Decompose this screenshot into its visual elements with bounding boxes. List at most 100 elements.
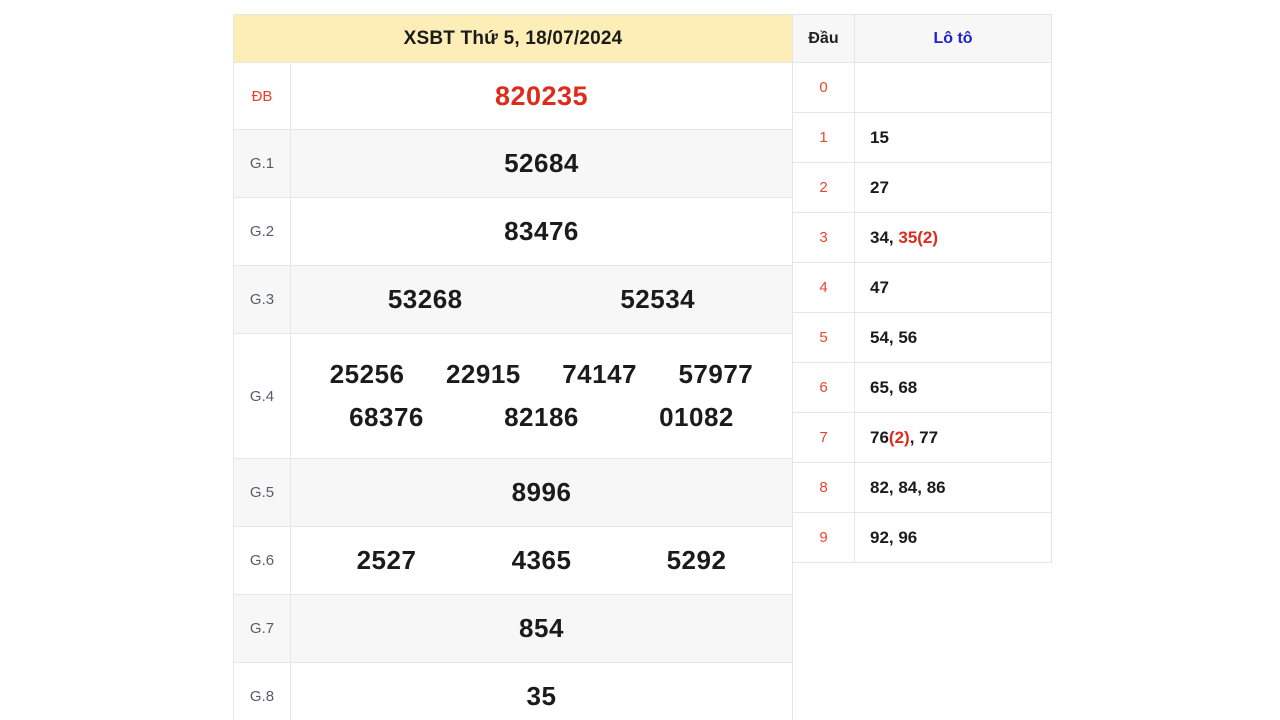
loto-digit: 1 (792, 112, 855, 163)
results-header-row: XSBT Thứ 5, 18/07/2024 (233, 14, 793, 63)
loto-number: 54, 56 (870, 327, 918, 347)
prize-row: G.6 2527 4365 5292 (233, 526, 793, 595)
prize-label: G.5 (233, 458, 291, 527)
prize-number-line: 68376 82186 01082 (309, 402, 774, 433)
prize-number: 854 (519, 613, 564, 643)
prize-number-line: 35 (309, 681, 774, 712)
prize-number-line: 820235 (309, 81, 774, 112)
prize-number-line: 25256 22915 74147 57977 (309, 359, 774, 390)
prize-row: ĐB 820235 (233, 62, 793, 130)
prize-label: G.3 (233, 265, 291, 334)
loto-digit: 2 (792, 162, 855, 213)
prize-number-line: 854 (309, 613, 774, 644)
prize-label: ĐB (233, 62, 291, 130)
prize-numbers-cell: 52684 (290, 129, 793, 198)
loto-row: 5 54, 56 (792, 312, 1052, 363)
prize-numbers-cell: 8996 (290, 458, 793, 527)
loto-summary-body: Đầu Lô tô 0 1 15 2 27 3 34, 35(2) 4 47 5 54, 56 6 65… (792, 14, 1052, 563)
loto-row: 4 47 (792, 262, 1052, 313)
loto-row: 9 92, 96 (792, 512, 1052, 563)
prize-number: 82186 (504, 402, 579, 432)
prize-number-line: 52684 (309, 148, 774, 179)
prize-numbers-cell: 2527 4365 5292 (290, 526, 793, 595)
prize-results-table: XSBT Thứ 5, 18/07/2024 ĐB 820235 G.1 52684 G… (233, 14, 793, 720)
loto-digit: 9 (792, 512, 855, 563)
prize-number: 820235 (494, 80, 589, 111)
prize-number: 22915 (445, 359, 521, 389)
loto-number: 34, (870, 227, 899, 247)
loto-digit: 6 (792, 362, 855, 413)
prize-numbers-cell: 854 (290, 594, 793, 663)
prize-number: 2527 (356, 545, 417, 575)
loto-row: 0 (792, 62, 1052, 113)
loto-number: 82, 84, 86 (870, 477, 946, 497)
prize-row: G.2 83476 (233, 197, 793, 266)
prize-number: 35 (526, 681, 557, 711)
loto-number: 65, 68 (870, 377, 918, 397)
prize-numbers-cell: 820235 (290, 62, 793, 130)
prize-number: 4365 (511, 545, 572, 575)
prize-label: G.7 (233, 594, 291, 663)
loto-digit: 4 (792, 262, 855, 313)
loto-numbers: 65, 68 (854, 362, 1052, 413)
loto-number: , 77 (909, 427, 939, 447)
loto-row: 8 82, 84, 86 (792, 462, 1052, 513)
prize-number: 8996 (511, 477, 572, 507)
loto-row: 6 65, 68 (792, 362, 1052, 413)
prize-number: 01082 (659, 402, 734, 432)
loto-digit: 8 (792, 462, 855, 513)
loto-number: 27 (870, 177, 889, 197)
loto-number: 15 (870, 127, 889, 147)
prize-row: G.1 52684 (233, 129, 793, 198)
loto-number: 76 (870, 427, 889, 447)
prize-row: G.8 35 (233, 662, 793, 720)
prize-number: 53268 (387, 284, 463, 314)
loto-numbers (854, 62, 1052, 113)
prize-number: 83476 (504, 216, 579, 246)
prize-number-line: 2527 4365 5292 (309, 545, 774, 576)
prize-label: G.4 (233, 333, 291, 459)
loto-numbers: 82, 84, 86 (854, 462, 1052, 513)
prize-row: G.7 854 (233, 594, 793, 663)
prize-label: G.1 (233, 129, 291, 198)
loto-numbers: 92, 96 (854, 512, 1052, 563)
prize-results-body: XSBT Thứ 5, 18/07/2024 ĐB 820235 G.1 52684 G… (233, 14, 793, 720)
prize-row: G.4 25256 22915 74147 57977 68376 82186 01082 (233, 333, 793, 459)
prize-label: G.2 (233, 197, 291, 266)
loto-numbers: 15 (854, 112, 1052, 163)
prize-number: 68376 (349, 402, 424, 432)
loto-number-highlight: 35(2) (898, 227, 939, 247)
prize-number-line: 83476 (309, 216, 774, 247)
prize-number: 57977 (678, 359, 754, 389)
loto-numbers: 27 (854, 162, 1052, 213)
loto-numbers: 47 (854, 262, 1052, 313)
prize-number: 52534 (620, 284, 696, 314)
loto-row: 7 76(2), 77 (792, 412, 1052, 463)
prize-label: G.8 (233, 662, 291, 720)
loto-number: 47 (870, 277, 889, 297)
loto-header-row: Đầu Lô tô (792, 14, 1052, 63)
loto-digit: 5 (792, 312, 855, 363)
prize-number-line: 53268 52534 (309, 284, 774, 315)
loto-row: 2 27 (792, 162, 1052, 213)
loto-numbers: 34, 35(2) (854, 212, 1052, 263)
prize-numbers-cell: 83476 (290, 197, 793, 266)
loto-digit: 3 (792, 212, 855, 263)
prize-numbers-cell: 25256 22915 74147 57977 68376 82186 01082 (290, 333, 793, 459)
prize-number: 25256 (329, 359, 405, 389)
prize-numbers-cell: 53268 52534 (290, 265, 793, 334)
loto-numbers: 54, 56 (854, 312, 1052, 363)
loto-row: 3 34, 35(2) (792, 212, 1052, 263)
prize-numbers-cell: 35 (290, 662, 793, 720)
prize-number: 5292 (666, 545, 727, 575)
prize-number-line: 8996 (309, 477, 774, 508)
lottery-results-page: XSBT Thứ 5, 18/07/2024 ĐB 820235 G.1 52684 G… (0, 0, 1280, 720)
prize-row: G.5 8996 (233, 458, 793, 527)
loto-row: 1 15 (792, 112, 1052, 163)
loto-digit: 7 (792, 412, 855, 463)
loto-number-highlight: (2) (888, 427, 910, 447)
loto-header-loto: Lô tô (854, 14, 1052, 63)
prize-row: G.3 53268 52534 (233, 265, 793, 334)
loto-summary-table: Đầu Lô tô 0 1 15 2 27 3 34, 35(2) 4 47 5 54, 56 6 65… (792, 14, 1052, 563)
prize-number: 52684 (504, 148, 579, 178)
